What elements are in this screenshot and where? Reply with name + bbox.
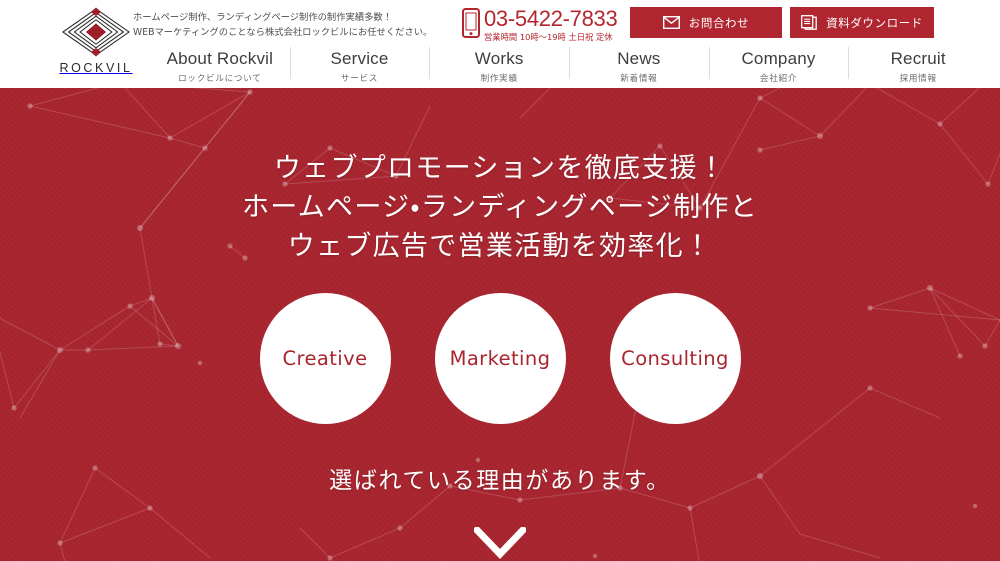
service-circle-marketing-label: Marketing: [449, 346, 551, 370]
contact-button[interactable]: お問合わせ: [630, 7, 782, 38]
nav-item-works[interactable]: Works 制作実績: [429, 47, 569, 84]
hero-headline-line-2: ホームページ・ランディングページ制作と: [241, 191, 759, 223]
nav-item-company-en: Company: [741, 49, 816, 68]
nav-item-company-jp: 会社紹介: [759, 73, 798, 84]
tagline-line-2: WEBマーケティングのことなら株式会社ロックビルにお任せください。: [133, 27, 433, 39]
hero-headline-line-1: ウェブプロモーションを徹底支援！: [273, 153, 727, 184]
tagline-line-1: ホームページ制作、ランディングページ制作の制作実績多数！: [133, 12, 393, 23]
hero-headline: ウェブプロモーションを徹底支援！ ホームページ・ランディングページ制作と ウェブ…: [242, 150, 758, 267]
nav-item-works-en: Works: [474, 49, 524, 68]
site-logo[interactable]: ROCKVIL: [47, 6, 145, 82]
nav-item-news-jp: 新着情報: [620, 73, 658, 84]
nav-item-news[interactable]: News 新着情報: [569, 47, 709, 84]
logo-wordmark: ROCKVIL: [59, 61, 133, 75]
nav-item-company[interactable]: Company 会社紹介: [708, 47, 849, 84]
service-circles: Creative Marketing Consulting: [259, 292, 741, 424]
main-navigation: About Rockvil ロックビルについて Service サービス Wor…: [150, 47, 988, 88]
nav-item-service-en: Service: [330, 49, 389, 68]
smartphone-icon: [462, 8, 480, 38]
nav-item-about-jp: ロックビルについて: [178, 73, 262, 84]
service-circle-consulting-label: Consulting: [621, 346, 729, 370]
nav-item-recruit[interactable]: Recruit 採用情報: [848, 47, 988, 84]
nav-item-about-en: About Rockvil: [166, 49, 274, 68]
service-circle-consulting[interactable]: Consulting: [609, 292, 741, 424]
nav-item-news-en: News: [617, 49, 661, 68]
site-header: ROCKVIL ホームページ制作、ランディングページ制作の制作実績多数！ WEB…: [0, 0, 1000, 88]
chevron-down-icon[interactable]: [474, 526, 526, 559]
hero-headline-line-3: ウェブ広告で営業活動を効率化！: [287, 230, 713, 262]
header-tagline: ホームページ制作、ランディングページ制作の制作実績多数！ WEBマーケティングの…: [133, 10, 463, 41]
hero-subline: 選ばれている理由があります。: [329, 467, 671, 494]
nav-item-service[interactable]: Service サービス: [289, 47, 430, 84]
contact-button-label: お問合わせ: [688, 15, 750, 30]
nav-item-about[interactable]: About Rockvil ロックビルについて: [150, 47, 290, 84]
document-stack-icon: [801, 15, 817, 30]
nav-item-works-jp: 制作実績: [480, 73, 518, 84]
nav-item-service-jp: サービス: [340, 73, 379, 84]
service-circle-marketing[interactable]: Marketing: [434, 292, 566, 424]
service-circle-creative[interactable]: Creative: [259, 292, 391, 424]
diamond-layers-logo-icon: [61, 7, 131, 57]
hero-section: ウェブプロモーションを徹底支援！ ホームページ・ランディングページ制作と ウェブ…: [0, 88, 1000, 561]
phone-number[interactable]: 03-5422-7833: [484, 6, 618, 32]
download-button[interactable]: 資料ダウンロード: [790, 7, 934, 38]
page-root: ROCKVIL ホームページ制作、ランディングページ制作の制作実績多数！ WEB…: [0, 0, 1000, 561]
service-circle-creative-label: Creative: [282, 346, 368, 370]
header-phone-block[interactable]: 03-5422-7833 営業時間 10時〜19時 土日祝 定休: [462, 6, 618, 46]
nav-item-recruit-en: Recruit: [890, 49, 946, 68]
nav-item-recruit-jp: 採用情報: [899, 73, 937, 84]
business-hours: 営業時間 10時〜19時 土日祝 定休: [484, 32, 613, 42]
download-button-label: 資料ダウンロード: [826, 15, 923, 30]
envelope-icon: [662, 16, 680, 29]
